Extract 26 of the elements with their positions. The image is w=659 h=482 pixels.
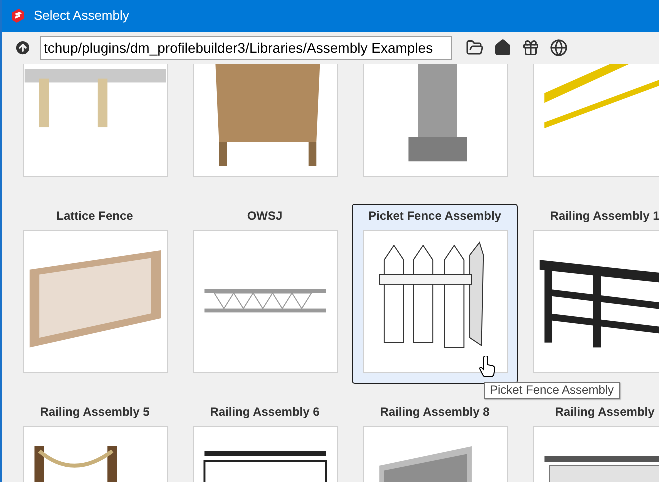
item-title: Lattice Fence [56, 208, 134, 225]
item-title: Railing Assembly 5 [40, 404, 150, 421]
gift-icon[interactable] [522, 39, 540, 57]
path-field[interactable]: tchup/plugins/dm_profilebuilder3/Libraries/Assembly Examples [40, 36, 452, 60]
item-card[interactable]: Railing Assembly [522, 400, 659, 482]
app-logo-icon [10, 8, 26, 24]
tooltip: Picket Fence Assembly [484, 382, 620, 399]
item-title: Railing Assembly 1 [550, 208, 659, 225]
item-card[interactable]: Railing Assembly 6 [182, 400, 348, 482]
window-title: Select Assembly [34, 7, 130, 26]
globe-icon[interactable] [550, 39, 568, 57]
home-icon[interactable] [494, 39, 512, 57]
item-title: Railing Assembly 8 [380, 404, 490, 421]
item-title: Railing Assembly 6 [210, 404, 320, 421]
item-title: OWSJ [247, 208, 283, 225]
item-card[interactable]: Railing Assembly 5 [12, 400, 178, 482]
folder-icon[interactable] [466, 39, 484, 57]
item-title: Railing Assembly [555, 404, 655, 421]
item-card[interactable]: Railing Assembly 1 [522, 204, 659, 384]
selected-item-card[interactable]: Picket Fence Assembly [352, 204, 518, 384]
item-card[interactable]: Railing Assembly 8 [352, 400, 518, 482]
up-icon[interactable] [14, 39, 32, 57]
item-card[interactable]: Lattice Fence [12, 204, 178, 384]
hand-cursor-icon [479, 356, 497, 378]
item-title: Picket Fence Assembly [368, 208, 502, 225]
item-card[interactable]: OWSJ [182, 204, 348, 384]
